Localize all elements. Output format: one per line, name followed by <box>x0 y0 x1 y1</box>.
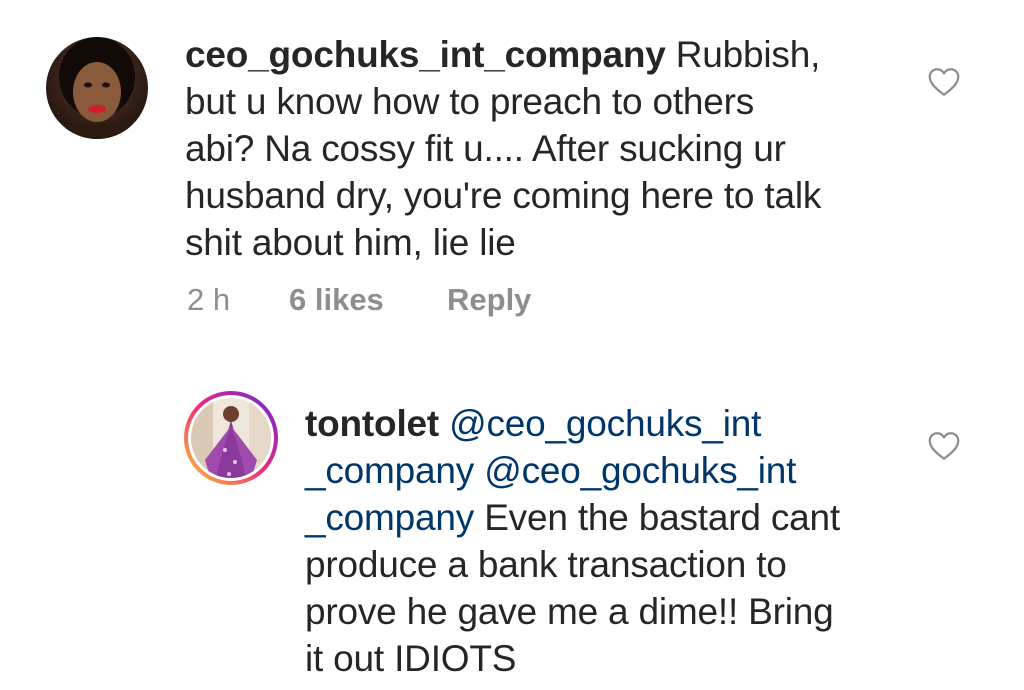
likes-count[interactable]: 6 likes <box>289 282 447 318</box>
username[interactable]: ceo_gochuks_int_company <box>185 34 666 75</box>
comment-line-3: abi? Na cossy fit u.... After sucking ur <box>185 128 786 169</box>
comment-line-5: shit about him, lie lie <box>185 222 516 263</box>
timestamp: 2 h <box>187 282 231 317</box>
comment-line-1: ceo_gochuks_int_company Rubbish, <box>185 31 945 78</box>
comment-line-3: _company Even the bastard cant <box>305 494 905 541</box>
like-button[interactable] <box>926 428 962 464</box>
comment-2: tontolet @ceo_gochuks_int _company @ceo_… <box>0 340 1024 690</box>
comment-text: tontolet @ceo_gochuks_int _company @ceo_… <box>305 400 905 682</box>
avatar[interactable] <box>46 37 148 139</box>
username[interactable]: tontolet <box>305 403 439 444</box>
comment-line-4: produce a bank transaction to <box>305 544 787 585</box>
mention-link[interactable]: @ceo_gochuks_int <box>474 450 796 491</box>
comment-meta: 2 h 6 likes Reply <box>187 282 531 318</box>
comment-body: Rubbish, <box>665 34 821 75</box>
like-button[interactable] <box>926 64 962 100</box>
heart-outline-icon <box>928 432 960 460</box>
comment-text: ceo_gochuks_int_company Rubbish, but u k… <box>185 31 945 266</box>
mention-link[interactable]: _company <box>305 450 474 491</box>
comment-line-1: tontolet @ceo_gochuks_int <box>305 400 905 447</box>
comment-1: ceo_gochuks_int_company Rubbish, but u k… <box>0 0 1024 340</box>
comment-line-5: prove he gave me a dime!! Bring <box>305 591 834 632</box>
avatar[interactable] <box>183 390 279 486</box>
mention-link[interactable]: @ceo_gochuks_int <box>439 403 761 444</box>
comment-body: Even the bastard cant <box>474 497 840 538</box>
comment-line-2: but u know how to preach to others <box>185 81 755 122</box>
comment-line-6: it out IDIOTS <box>305 638 517 679</box>
avatar-image <box>184 391 278 485</box>
avatar-image <box>46 37 148 139</box>
heart-outline-icon <box>928 68 960 96</box>
comment-line-4: husband dry, you're coming here to talk <box>185 175 822 216</box>
mention-link[interactable]: _company <box>305 497 474 538</box>
reply-button[interactable]: Reply <box>447 282 531 318</box>
comment-line-2: _company @ceo_gochuks_int <box>305 447 905 494</box>
